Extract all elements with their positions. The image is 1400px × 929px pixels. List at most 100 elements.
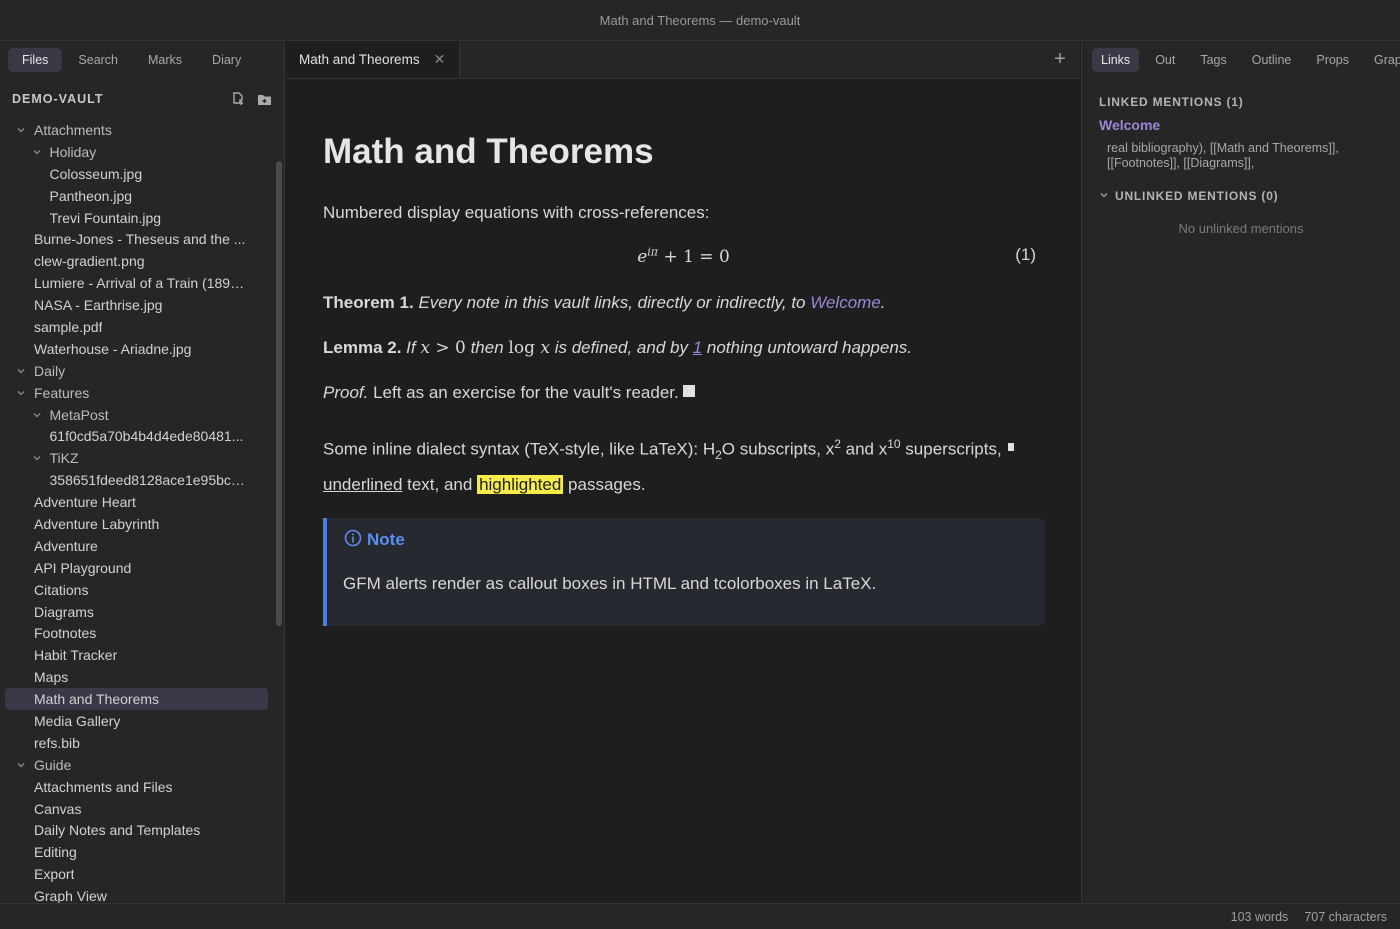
tree-item-label: Media Gallery [34,712,121,729]
chevron-down-icon [14,366,28,376]
tab-links[interactable]: Links [1092,48,1140,72]
tab-files[interactable]: Files [8,48,63,72]
tab-marks[interactable]: Marks [134,48,196,72]
tree-file[interactable]: 358651fdeed8128ace1e95bc4... [5,469,268,491]
tab-diary[interactable]: Diary [198,48,255,72]
tree-item-label: Export [34,866,75,883]
tree-file[interactable]: Maps [5,666,268,688]
tree-item-label: Graph View [34,888,107,903]
new-folder-icon[interactable] [256,91,272,107]
tree-file[interactable]: Trevi Fountain.jpg [5,207,268,229]
tab-out[interactable]: Out [1146,48,1184,72]
tree-file[interactable]: Canvas [5,798,268,820]
chevron-down-icon [14,388,28,398]
lemma-math-2: log x [508,338,550,358]
subscript: 2 [715,448,722,463]
editor-tabbar: Math and Theorems ✕ + [286,41,1080,79]
lemma-text-4: nothing untoward happens. [706,338,912,357]
unlinked-empty-state: No unlinked mentions [1178,221,1304,236]
tree-item-label: Math and Theorems [34,691,160,708]
chevron-down-icon [30,147,44,157]
tree-file[interactable]: Colosseum.jpg [5,163,268,185]
tree-item-label: MetaPost [49,406,109,423]
tree-file[interactable]: Lumiere - Arrival of a Train (1895... [5,272,268,294]
tree-file[interactable]: Media Gallery [5,710,268,732]
tree-file[interactable]: Graph View [5,885,268,903]
tree-file[interactable]: refs.bib [5,732,268,754]
tree-folder[interactable]: Daily [5,360,268,382]
tree-file[interactable]: Habit Tracker [5,644,268,666]
lemma-text-2: then [470,338,504,357]
tree-file[interactable]: Adventure Labyrinth [5,513,268,535]
new-tab-plus-icon[interactable]: + [1050,48,1070,70]
tab-graph[interactable]: Graph [1365,48,1400,72]
highlighted-text: highlighted [477,475,564,495]
tree-file[interactable]: Attachments and Files [5,776,268,798]
tree-folder[interactable]: Guide [5,754,268,776]
tree-file[interactable]: Math and Theorems [5,688,268,711]
tree-file[interactable]: Editing [5,841,268,863]
tree-file[interactable]: Diagrams [5,601,268,623]
tree-file[interactable]: Footnotes [5,622,268,644]
equation-ref-link[interactable]: 1 [693,338,702,357]
editor-tab-active[interactable]: Math and Theorems ✕ [286,41,461,78]
tree-item-label: Canvas [34,800,82,817]
tree-file[interactable]: Adventure Heart [5,491,268,513]
welcome-link[interactable]: Welcome [810,293,881,312]
lemma-text-1: If [406,338,416,357]
tree-file[interactable]: 61f0cd5a70b4b4d4ede80481... [5,425,268,447]
backlink-welcome[interactable]: Welcome [1099,117,1383,133]
tree-item-label: Adventure Heart [34,494,136,511]
tree-item-label: TiKZ [49,450,79,467]
tree-item-label: Guide [34,756,72,773]
tree-item-label: Editing [34,844,77,861]
tab-props[interactable]: Props [1307,48,1358,72]
tree-file[interactable]: API Playground [5,557,268,579]
info-icon [343,528,363,553]
note-title: Math and Theorems [323,132,654,171]
unlinked-mentions-toggle[interactable]: UNLINKED MENTIONS (0) [1099,189,1383,203]
tree-item-label: sample.pdf [34,318,103,335]
chevron-down-icon [1099,189,1109,203]
tree-file[interactable]: Export [5,863,268,885]
tree-file[interactable]: clew-gradient.png [5,250,268,272]
superscript-1: 2 [834,437,841,451]
tree-folder[interactable]: Attachments [5,119,268,141]
left-sidebar-tabs: Files Search Marks Diary [0,41,284,79]
tree-folder[interactable]: Holiday [5,141,268,163]
tree-item-label: 358651fdeed8128ace1e95bc4... [49,472,249,489]
tree-item-label: Diagrams [34,603,94,620]
tree-folder[interactable]: TiKZ [5,447,268,469]
tree-file[interactable]: Adventure [5,535,268,557]
tree-file[interactable]: NASA - Earthrise.jpg [5,294,268,316]
close-tab-icon[interactable]: ✕ [434,51,446,68]
callout-title: Note [367,530,405,550]
tree-item-label: 61f0cd5a70b4b4d4ede80481... [49,428,244,445]
file-tree: Attachments Holiday Colosseum.jpg Pantheon.… [0,119,284,903]
equation-body: eiπ + 1 = 0 [637,245,730,267]
tree-file[interactable]: Citations [5,579,268,601]
tree-item-label: refs.bib [34,734,80,751]
equation-number: (1) [1015,245,1036,264]
tree-file[interactable]: Daily Notes and Templates [5,820,268,842]
tree-folder[interactable]: MetaPost [5,404,268,426]
tree-file[interactable]: Burne-Jones - Theseus and the ... [5,228,268,250]
file-tree-scrollbar[interactable] [276,161,282,626]
tab-search[interactable]: Search [64,48,132,72]
tree-file[interactable]: Waterhouse - Ariadne.jpg [5,338,268,360]
tree-item-label: NASA - Earthrise.jpg [34,297,163,314]
tab-outline[interactable]: Outline [1243,48,1301,72]
tab-tags[interactable]: Tags [1191,48,1235,72]
tree-item-label: Trevi Fountain.jpg [49,209,162,226]
left-sidebar: Files Search Marks Diary DEMO-VAULT Atta… [0,41,285,903]
theorem-end: . [880,293,886,312]
tree-file[interactable]: sample.pdf [5,316,268,338]
tree-file[interactable]: Pantheon.jpg [5,185,268,207]
inline-text-b: O subscripts, x [721,439,835,459]
theorem-label: Theorem 1. [323,293,414,312]
new-note-icon[interactable] [230,91,246,107]
proof-label: Proof. [323,383,369,402]
inline-text-d: superscripts, [900,439,1002,459]
tree-folder[interactable]: Features [5,382,268,404]
proof-block: Proof. Left as an exercise for the vault… [323,380,1044,406]
